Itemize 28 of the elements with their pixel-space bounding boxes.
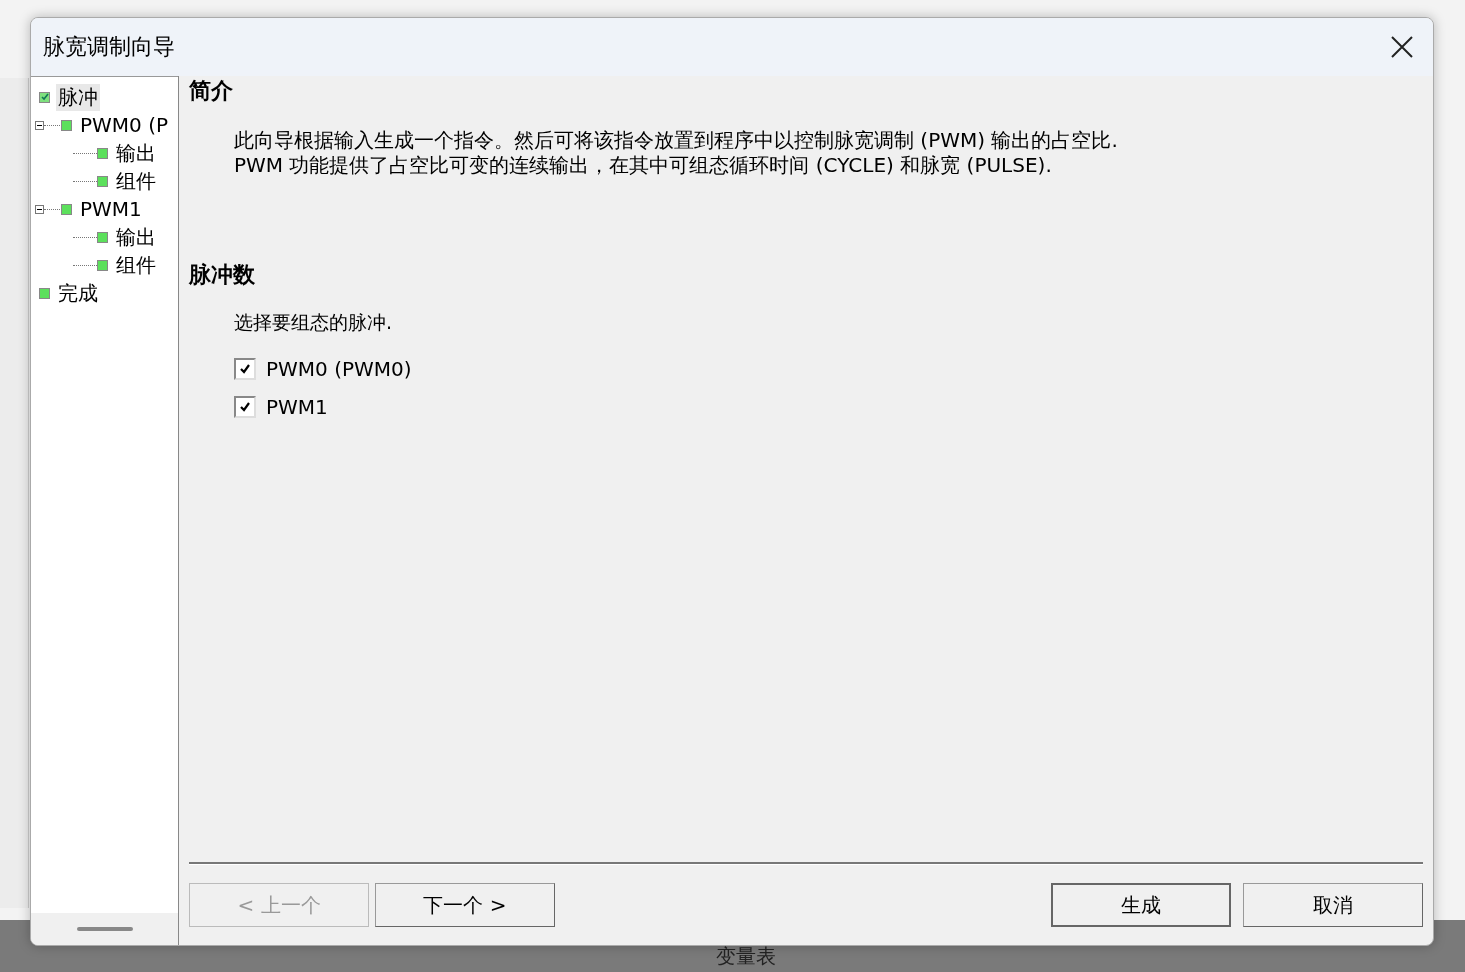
tree-item[interactable]: 输出 — [114, 223, 158, 251]
check-icon — [239, 401, 251, 413]
tree-item[interactable]: PWM0 (P — [78, 113, 171, 137]
tree-item[interactable]: 完成 — [56, 279, 100, 307]
window-title: 脉宽调制向导 — [43, 33, 176, 61]
collapse-toggle[interactable] — [35, 204, 44, 214]
close-icon — [1391, 36, 1413, 58]
resize-grip[interactable] — [76, 927, 133, 931]
action-button[interactable]: 生成 — [1051, 883, 1231, 927]
collapse-toggle[interactable] — [35, 120, 44, 130]
status-text: 变量表 — [716, 943, 776, 970]
checkbox[interactable] — [234, 358, 256, 380]
tree-item[interactable]: 脉冲 — [56, 83, 100, 111]
tree-item[interactable]: PWM1 — [78, 197, 144, 221]
check-icon — [239, 363, 251, 375]
section-heading: 简介 — [189, 77, 234, 105]
tree-item[interactable]: 组件 — [114, 251, 158, 279]
checkbox-label[interactable]: PWM1 — [266, 395, 328, 419]
close-button[interactable] — [1389, 34, 1415, 60]
section-heading: 脉冲数 — [189, 261, 256, 289]
tree-item[interactable]: 组件 — [114, 167, 158, 195]
action-button[interactable]: 取消 — [1243, 883, 1423, 927]
intro-paragraph: 此向导根据输入生成一个指令。然后可将该指令放置到程序中以控制脉宽调制 (PWM) 输出的占空比. PWM 功能提供了占空比可变的连续输出，在其中可组态循环时间 (CYCLE) 和脉宽 (PULSE). — [234, 128, 1119, 178]
nav-button[interactable]: 下一个 > — [375, 883, 555, 927]
checkbox-label[interactable]: PWM0 (PWM0) — [266, 357, 412, 381]
checkbox[interactable] — [234, 396, 256, 418]
tree-item[interactable]: 输出 — [114, 139, 158, 167]
prompt-text: 选择要组态的脉冲. — [234, 310, 394, 335]
